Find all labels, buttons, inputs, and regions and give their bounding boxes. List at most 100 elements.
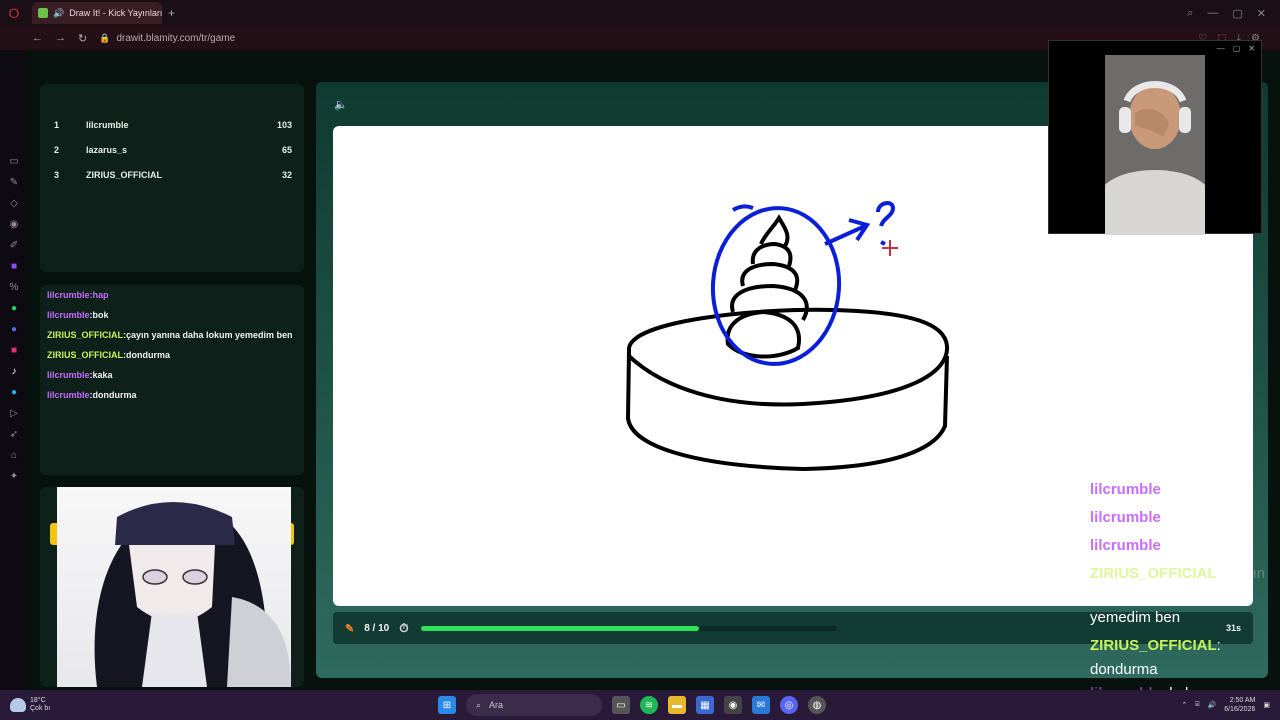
tab-favicon-icon [38,8,48,18]
obs-icon[interactable]: ◉ [724,696,742,714]
chat-line: lilcrumble:bok [47,310,109,320]
minimize-button[interactable]: — [1207,7,1218,20]
webcam-window[interactable]: — ▢ ✕ [1048,40,1262,235]
url-host: drawit.blamity.com [116,32,199,44]
chat-line: ZIRIUS_OFFICIAL:dondurma [47,350,170,360]
new-tab-button[interactable]: + [168,6,175,20]
weather-widget[interactable]: 18°C Çok bı [0,697,50,713]
overlay-sep: : [1160,509,1166,526]
overlay-line: lilcrumble: bok [1090,532,1280,560]
search-tabs-icon[interactable]: ⌕ [1187,7,1193,20]
url-field[interactable]: 🔒 drawit.blamity.com/tr/game [99,33,235,44]
brush-icon[interactable]: ✐ [8,240,20,252]
overlay-text: bok [1173,537,1198,554]
chat-user[interactable]: ZIRIUS_OFFICIAL [47,330,123,340]
overlay-user: ZIRIUS_OFFICIAL [1090,565,1217,582]
leaderboard-row: 3 ZIRIUS_OFFICIAL 32 [54,162,292,187]
player-icon[interactable]: ▷ [8,408,20,420]
chat-text: çayın yanına daha lokum yemedim ben [126,330,293,340]
chat-text: dondurma [126,350,170,360]
instagram-icon[interactable]: ■ [8,345,20,357]
chat-user[interactable]: lilcrumble [47,390,90,400]
chat-panel[interactable]: lilcrumble:hap lilcrumble:bok ZIRIUS_OFF… [40,285,304,475]
stream-overlay-chat: Kalme çizem bilirdik lilcrumble: ne vall… [1090,456,1280,708]
store-icon[interactable]: ⌂ [8,450,20,462]
task-view-icon[interactable]: ▭ [612,696,630,714]
pen-icon[interactable]: ✎ [8,177,20,189]
time-progress-bar [420,625,837,631]
overlay-line: ZIRIUS_OFFICIAL: çayın [1090,565,1266,582]
close-window-button[interactable]: ✕ [1257,7,1266,20]
store-app-icon[interactable]: ▦ [696,696,714,714]
discord-icon[interactable]: ● [8,324,20,336]
aria-icon[interactable]: ▭ [8,156,20,168]
clock-date: 6/16/2026 [1224,706,1256,713]
notification-icon[interactable]: ▣ [1263,701,1270,709]
opera-logo-icon[interactable]: O [0,0,28,26]
overlay-user: lilcrumble [1090,509,1161,526]
leaderboard-name: ZIRIUS_OFFICIAL [86,169,162,180]
mail-icon[interactable]: ✉ [752,696,770,714]
overlay-line: yanına daha lokum [1090,587,1217,604]
network-icon[interactable]: ⌸ [1195,701,1199,709]
spotify-icon[interactable]: ≋ [640,696,658,714]
cam-maximize-icon[interactable]: ▢ [1233,44,1241,53]
leaderboard-name: lazarus_s [86,144,128,155]
leaderboard-score: 103 [276,119,292,130]
taskbar-search[interactable]: ⌕ Ara [466,694,602,716]
tiktok-icon[interactable]: ♪ [8,366,20,378]
tab-speaker-icon[interactable]: 🔊 [53,8,64,19]
overlay-text: çayın [1229,565,1266,582]
clock-time: 2:50 AM [1229,697,1256,704]
url-path: /tr/game [198,32,236,44]
chat-user[interactable]: lilcrumble [47,310,90,320]
back-icon[interactable]: ← [32,32,43,44]
twitch-icon[interactable]: ■ [8,261,20,273]
leaderboard-name: lilcrumble [86,119,129,130]
reload-icon[interactable]: ↻ [78,32,87,45]
overlay-text: ne valla [1173,481,1226,498]
forward-icon[interactable]: → [55,32,66,44]
eraser-icon[interactable]: ◇ [8,198,20,210]
telegram-icon[interactable]: ● [8,387,20,399]
whatsapp-icon[interactable]: ● [8,303,20,315]
lock-icon: 🔒 [99,32,111,43]
weather-temp: 18°C [30,697,46,704]
weather-desc: Çok bı [30,705,51,712]
overlay-line: dondurma [1090,661,1158,678]
maximize-button[interactable]: ▢ [1232,7,1242,20]
app-icon[interactable]: ◍ [808,696,826,714]
overlay-line: Kalme çizem bilirdik [1090,457,1223,474]
percent-icon[interactable]: % [8,282,20,294]
overlay-line: lilcrumble: hap [1090,504,1280,532]
start-icon[interactable]: ⊞ [438,696,456,714]
leaderboard-rank: 1 [54,119,60,130]
cam-minimize-icon[interactable]: — [1217,44,1225,53]
stream-image-panel [40,487,304,687]
eye-icon[interactable]: ◉ [8,219,20,231]
chat-user[interactable]: ZIRIUS_OFFICIAL [47,350,123,360]
overlay-user: lilcrumble [1090,481,1161,498]
tab-draw-it[interactable]: 🔊 Draw It! - Kick Yayınları ✕ [32,2,162,24]
magic-icon[interactable]: ✦ [8,471,20,483]
file-explorer-icon[interactable]: ▬ [668,696,686,714]
leaderboard-row: 1 lilcrumble 103 [54,112,292,137]
time-progress-fill [420,625,700,631]
cam-close-icon[interactable]: ✕ [1248,44,1255,53]
tray-chevron-icon[interactable]: ⌃ [1181,701,1187,709]
volume-icon[interactable]: 🔊 [1208,701,1217,709]
clock[interactable]: 2:50 AM 6/16/2026 [1224,696,1255,714]
chat-user[interactable]: lilcrumble [47,370,90,380]
speaker-icon[interactable]: 🔈 [334,98,348,111]
search-placeholder: Ara [489,700,504,710]
overlay-line: ZIRIUS_OFFICIAL: [1090,637,1221,654]
overlay-line: lilcrumble: ne valla [1090,476,1280,504]
chat-line: ZIRIUS_OFFICIAL:çayın yanına daha lokum … [47,330,293,340]
search-icon: ⌕ [476,699,482,710]
rocket-icon[interactable]: ➶ [8,429,20,441]
leaderboard-panel: 1 lilcrumble 103 2 lazarus_s 65 3 ZIRIUS… [40,84,304,272]
tab-title: Draw It! - Kick Yayınları [69,8,162,18]
discord-taskbar-icon[interactable]: ◎ [780,696,798,714]
leaderboard-rank: 2 [54,144,60,155]
chat-line: lilcrumble:kaka [47,370,113,380]
